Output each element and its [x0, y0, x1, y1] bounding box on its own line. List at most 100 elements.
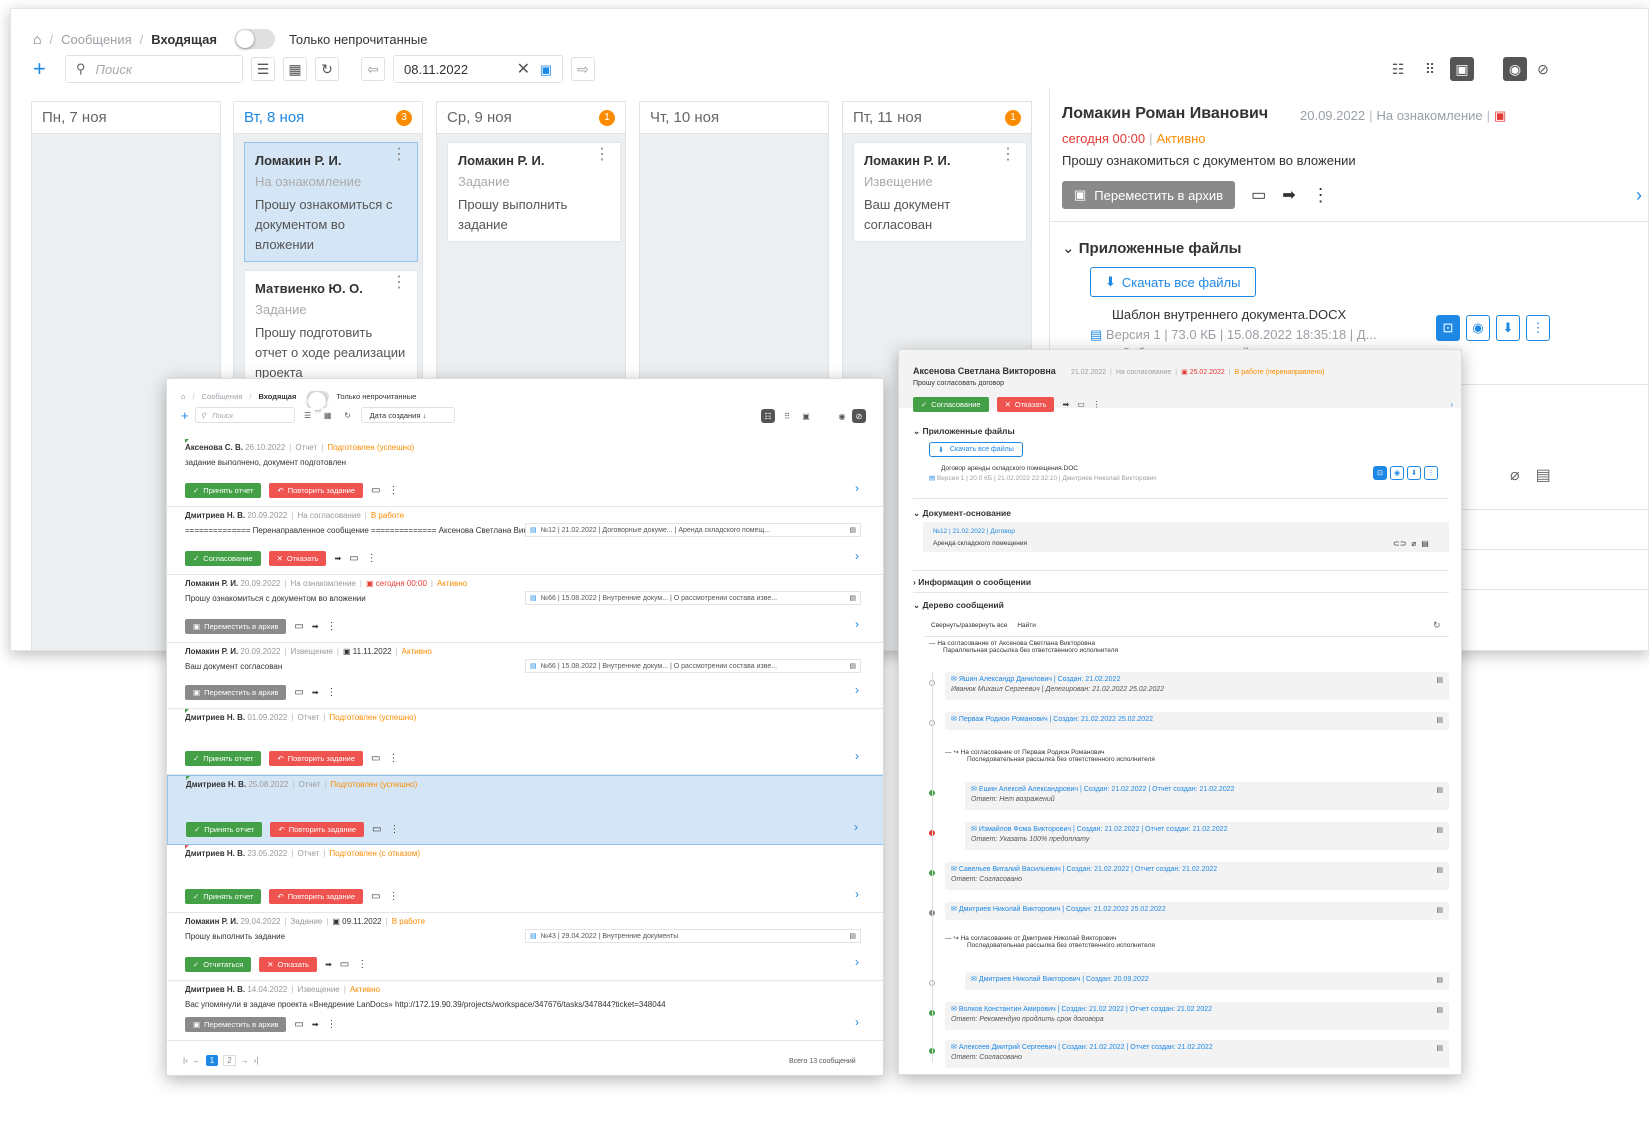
secondary-button[interactable]: ↶ Повторить задание	[270, 822, 365, 837]
folder-icon[interactable]: ▭	[340, 959, 349, 970]
archive-button[interactable]: ▣ Переместить в архив	[185, 619, 287, 634]
more-icon[interactable]: ⋮	[389, 891, 399, 902]
chevron-right-icon[interactable]: ›	[855, 749, 859, 763]
search-input[interactable]: ⚲ Поиск	[65, 55, 243, 83]
chevron-right-icon[interactable]: ›	[1636, 185, 1642, 206]
search-input[interactable]: ⚲ Поиск	[194, 407, 295, 423]
collapse-icon[interactable]: —	[929, 640, 936, 647]
info-section-toggle[interactable]: › Информация о сообщении	[913, 577, 1031, 587]
filter-icon[interactable]: ☰	[251, 57, 275, 81]
preview-icon[interactable]: ◉	[1466, 315, 1490, 341]
reject-button[interactable]: ✕ Отказать	[996, 397, 1055, 412]
download-icon[interactable]: ⬇	[1407, 466, 1421, 480]
card-icon[interactable]: ▤	[849, 526, 856, 534]
card-icon[interactable]: ▤	[1436, 676, 1443, 684]
grid-view-icon[interactable]: ⠿	[780, 409, 794, 423]
archive-button[interactable]: ▣ Переместить в архив	[185, 1017, 287, 1032]
refresh-icon[interactable]: ↻	[340, 408, 355, 422]
preview-icon[interactable]: ◉	[1390, 466, 1404, 480]
primary-button[interactable]: ✓ Отчитаться	[185, 957, 252, 972]
more-icon[interactable]: ⋮	[1312, 185, 1330, 206]
folder-icon[interactable]: ▭	[371, 753, 380, 764]
secondary-button[interactable]: ↶ Повторить задание	[269, 889, 364, 904]
table-row[interactable]: Дмитриев Н. В. 14.04.2022 | Извещение | Акти…	[167, 981, 883, 1041]
chevron-right-icon[interactable]: ›	[855, 887, 859, 901]
calendar-icon[interactable]: ▦	[283, 57, 307, 81]
table-row[interactable]: Ломакин Р. И. 20.09.2022 | Извещение | ▣ 11.…	[167, 643, 883, 709]
collapse-icon[interactable]: —	[945, 935, 952, 942]
folder-icon[interactable]: ▭	[294, 621, 303, 632]
chevron-right-icon[interactable]: ›	[855, 549, 859, 563]
archive-button[interactable]: ▣ Переместить в архив	[185, 685, 287, 700]
calendar-icon[interactable]: ▦	[320, 408, 335, 422]
linked-document[interactable]: ▤ №12 | 21.02.2022 | Договорные докуме...…	[525, 523, 861, 537]
refresh-icon[interactable]: ↻	[315, 57, 339, 81]
add-icon[interactable]: +	[181, 408, 189, 423]
attachment-icon[interactable]: ⌀	[1411, 539, 1416, 548]
forward-icon[interactable]: ➡	[325, 960, 332, 969]
forward-icon[interactable]: ➡	[334, 554, 341, 563]
calendar-picker-icon[interactable]: ▣	[540, 62, 552, 77]
folder-icon[interactable]: ▭	[349, 553, 358, 564]
more-icon[interactable]: ⋮	[327, 1019, 337, 1030]
message-card[interactable]: Ломакин Р. И. Извещение Ваш документ сог…	[853, 142, 1027, 242]
tree-node[interactable]: ✉ Дмитриев Николай Викторович | Создан: …	[945, 902, 1449, 920]
tree-find[interactable]: Найти	[1017, 622, 1036, 629]
tree-toggle-all[interactable]: Свернуть/развернуть все	[931, 622, 1007, 629]
files-section-toggle[interactable]: ⌄ Приложенные файлы	[913, 426, 1015, 437]
forward-icon[interactable]: ➡	[1062, 400, 1069, 409]
tree-node[interactable]: ✉ Измайлов Фома Викторович | Создан: 21.…	[965, 822, 1449, 850]
secondary-button[interactable]: ↶ Повторить задание	[269, 483, 364, 498]
tree-node[interactable]: ✉ Савельев Виталий Васильевич | Создан: …	[945, 862, 1449, 890]
first-page-icon[interactable]: |‹	[183, 1056, 188, 1065]
primary-button[interactable]: ✓ Принять отчет	[185, 889, 262, 904]
forward-icon[interactable]: ➡	[1282, 185, 1295, 205]
prev-page-icon[interactable]: ←	[193, 1056, 201, 1065]
card-icon[interactable]: ▤	[849, 594, 856, 602]
download-all-button[interactable]: ⬇ Скачать все файлы	[1090, 267, 1256, 297]
basis-link[interactable]: №12 | 21.02.2022 | Договор	[933, 528, 1015, 535]
card-icon[interactable]: ▤	[849, 662, 856, 670]
eye-icon[interactable]: ◉	[835, 409, 849, 423]
tree-node[interactable]: ✉ Алексеев Дмитрий Сергеевич | Создан: 2…	[945, 1040, 1449, 1068]
forward-icon[interactable]: ➡	[312, 1020, 319, 1029]
chevron-right-icon[interactable]: ›	[855, 1015, 859, 1029]
archive-button[interactable]: ▣ Переместить в архив	[1062, 181, 1236, 209]
list-view-icon[interactable]: ☷	[1386, 57, 1410, 81]
table-row[interactable]: Дмитриев Н. В. 25.08.2022 | Отчет | Подготов…	[167, 775, 883, 845]
more-icon[interactable]: ⋮	[327, 621, 337, 632]
more-icon[interactable]: ⋮	[367, 553, 377, 564]
more-icon[interactable]: ⋮	[1424, 466, 1438, 480]
message-card[interactable]: Ломакин Р. И. На ознакомление Прошу озна…	[244, 142, 418, 262]
unlock-icon[interactable]: ⊡	[1436, 315, 1460, 341]
card-icon[interactable]: ▤	[1436, 826, 1443, 834]
message-card[interactable]: Матвиенко Ю. О. Задание Прошу подготовит…	[244, 270, 418, 390]
chevron-right-icon[interactable]: ›	[855, 481, 859, 495]
more-icon[interactable]: ⋮	[391, 275, 407, 291]
more-icon[interactable]: ⋮	[391, 147, 407, 163]
card-icon[interactable]: ▤	[1436, 786, 1443, 794]
table-row[interactable]: Аксенова С. В. 26.10.2022 | Отчет | Подготов…	[167, 439, 883, 507]
secondary-button[interactable]: ✕ Отказать	[268, 551, 327, 566]
linked-document[interactable]: ▤ №66 | 15.08.2022 | Внутренние докум... …	[525, 659, 861, 673]
chevron-right-icon[interactable]: ›	[1450, 400, 1453, 409]
card-icon[interactable]: ▤	[1436, 906, 1443, 914]
basis-section-toggle[interactable]: ⌄ Документ-основание	[913, 508, 1011, 519]
more-icon[interactable]: ⋮	[594, 147, 610, 163]
attachment-icon[interactable]: ⌀	[1510, 465, 1520, 485]
download-all-button[interactable]: ⬇ Скачать все файлы	[929, 442, 1023, 457]
tree-node[interactable]: ✉ Перваж Родион Романович | Создан: 21.0…	[945, 712, 1449, 730]
card-icon[interactable]: ▤	[1436, 866, 1443, 874]
folder-icon[interactable]: ▭	[294, 1019, 303, 1030]
card-icon[interactable]: ▤	[1436, 976, 1443, 984]
tree-node[interactable]: ✉ Яшин Александр Данилович | Создан: 21.…	[945, 672, 1449, 700]
collapse-icon[interactable]: —	[945, 749, 952, 756]
link-icon[interactable]: ⊂⊃	[1393, 539, 1406, 548]
primary-button[interactable]: ✓ Принять отчет	[185, 751, 262, 766]
calendar-view-icon[interactable]: ▣	[799, 409, 813, 423]
more-icon[interactable]: ⋮	[1093, 400, 1101, 409]
table-row[interactable]: Дмитриев Н. В. 20.09.2022 | На согласовани…	[167, 507, 883, 575]
folder-icon[interactable]: ▭	[294, 687, 303, 698]
card-icon[interactable]: ▤	[1436, 1044, 1443, 1052]
eye-off-icon[interactable]: ⊘	[1531, 57, 1555, 81]
